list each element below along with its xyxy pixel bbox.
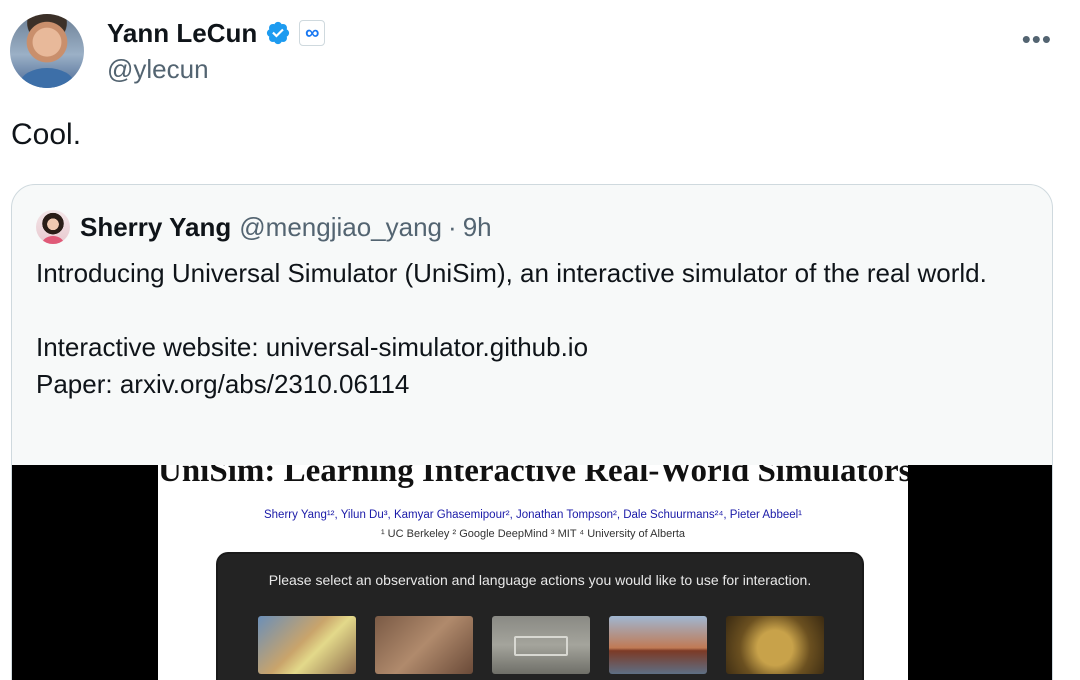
quote-text-line: Paper: arxiv.org/abs/2310.06114 <box>36 369 410 399</box>
observation-thumbnail[interactable] <box>609 616 707 674</box>
switch-panel-icon <box>514 636 568 656</box>
quote-timestamp: 9h <box>462 211 492 242</box>
quote-media[interactable]: UniSim: Learning Interactive Real-World … <box>12 465 1052 680</box>
quote-text-line: Introducing Universal Simulator (UniSim)… <box>36 258 987 288</box>
verified-badge-icon <box>267 21 290 45</box>
quote-text-line: Interactive website: universal-simulator… <box>36 332 589 362</box>
demo-panel: Please select an observation and languag… <box>218 554 862 680</box>
quoted-tweet-card[interactable]: Sherry Yang @mengjiao_yang · 9h Introduc… <box>11 184 1053 680</box>
more-options-button[interactable]: ••• <box>1022 24 1052 55</box>
observation-thumbnails <box>258 616 824 674</box>
quote-separator: · <box>448 211 457 242</box>
observation-thumbnail[interactable] <box>492 616 590 674</box>
demo-prompt: Please select an observation and languag… <box>268 572 812 588</box>
paper-title: UniSim: Learning Interactive Real-World … <box>158 465 908 489</box>
avatar-shirt <box>20 68 74 88</box>
observation-thumbnail[interactable] <box>375 616 473 674</box>
tweet-text: Cool. <box>11 118 82 151</box>
quote-header: Sherry Yang @mengjiao_yang · 9h <box>36 207 492 247</box>
tweet: Yann LeCun ∞ @ylecun ••• Cool. Sherry Ya… <box>0 0 1080 680</box>
observation-thumbnail[interactable] <box>726 616 824 674</box>
author-avatar[interactable] <box>10 14 84 88</box>
paper-screenshot: UniSim: Learning Interactive Real-World … <box>158 465 908 680</box>
author-name[interactable]: Yann LeCun <box>107 18 257 49</box>
quote-body: Introducing Universal Simulator (UniSim)… <box>36 255 1026 403</box>
paper-authors: Sherry Yang¹², Yilun Du³, Kamyar Ghasemi… <box>263 509 803 521</box>
meta-infinity-icon[interactable]: ∞ <box>299 20 326 46</box>
paper-affiliations: ¹ UC Berkeley ² Google DeepMind ³ MIT ⁴ … <box>380 528 686 540</box>
author-block: Yann LeCun ∞ @ylecun <box>107 14 326 85</box>
observation-thumbnail[interactable] <box>258 616 356 674</box>
quote-author-handle: @mengjiao_yang <box>239 211 443 242</box>
author-row: Yann LeCun ∞ <box>107 14 326 52</box>
quote-author-avatar <box>36 210 70 244</box>
author-handle[interactable]: @ylecun <box>107 54 325 85</box>
quote-author-name: Sherry Yang <box>80 211 232 242</box>
